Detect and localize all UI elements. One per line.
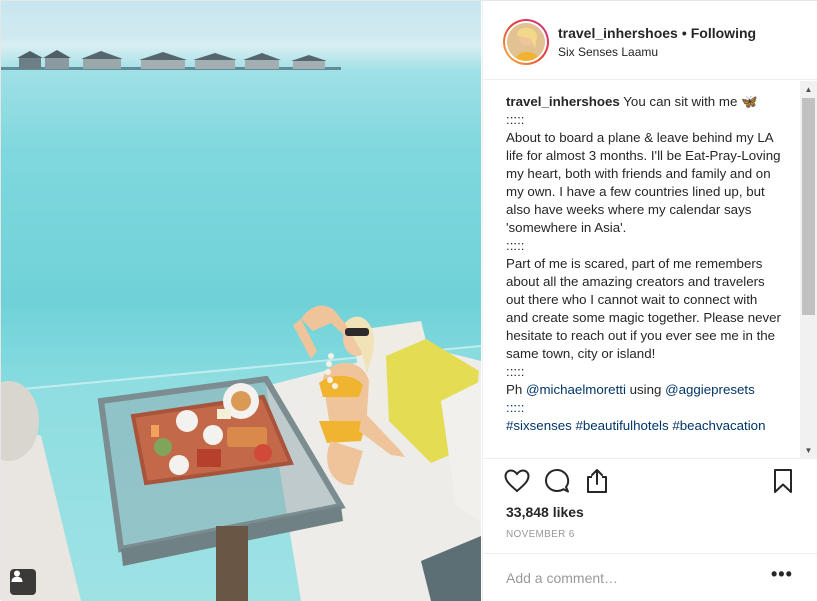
share-button[interactable]: [583, 467, 611, 495]
like-count[interactable]: 33,848 likes: [506, 504, 584, 520]
like-button[interactable]: [503, 467, 531, 495]
avatar[interactable]: [503, 19, 549, 65]
action-bar: [483, 467, 817, 499]
post-date[interactable]: NOVEMBER 6: [506, 529, 575, 540]
caption-body: ::::: About to board a plane & leave beh…: [506, 112, 781, 397]
scroll-up-arrow-icon[interactable]: ▲: [800, 81, 817, 98]
caption-text: travel_inhershoes You can sit with me 🦋 …: [506, 93, 781, 435]
save-button[interactable]: [769, 467, 797, 495]
heart-icon: [504, 469, 530, 493]
butterfly-emoji: 🦋: [741, 94, 758, 109]
username-link[interactable]: travel_inhershoes: [558, 25, 678, 41]
post-photo[interactable]: [1, 1, 481, 601]
caption-mid: using: [625, 382, 666, 397]
location-link[interactable]: Six Senses Laamu: [558, 45, 658, 59]
share-icon: [587, 469, 607, 493]
more-options-button[interactable]: •••: [771, 565, 793, 587]
comment-bubble-icon: [545, 469, 570, 493]
header-title: travel_inhershoes • Following: [558, 25, 756, 41]
bookmark-icon: [774, 469, 792, 493]
overwater-villas: [1, 50, 341, 70]
comment-button[interactable]: [543, 467, 571, 495]
scroll-down-arrow-icon[interactable]: ▼: [800, 442, 817, 458]
caption-lead: You can sit with me: [619, 94, 742, 109]
comment-input[interactable]: [506, 569, 756, 587]
following-button[interactable]: Following: [691, 25, 756, 41]
post-sidebar: travel_inhershoes • Following Six Senses L…: [482, 1, 817, 601]
post-header: travel_inhershoes • Following Six Senses L…: [483, 1, 817, 80]
instagram-post: travel_inhershoes • Following Six Senses L…: [0, 0, 817, 601]
avatar-image: [507, 23, 545, 61]
scroll-thumb[interactable]: [802, 98, 815, 315]
caption-scrollbar[interactable]: ▲ ▼: [800, 81, 817, 458]
hashtags[interactable]: ::::: #sixsenses #beautifulhotels #beach…: [506, 400, 765, 433]
mention-link[interactable]: @aggiepresets: [665, 382, 755, 397]
caption-username[interactable]: travel_inhershoes: [506, 94, 620, 109]
sky: [1, 1, 481, 41]
tagged-people-button[interactable]: [10, 569, 36, 595]
caption-area[interactable]: travel_inhershoes You can sit with me 🦋 …: [483, 81, 817, 459]
header-separator: •: [681, 25, 687, 41]
comment-bar: •••: [483, 553, 817, 601]
mention-link[interactable]: @michaelmoretti: [526, 382, 626, 397]
person-tag-icon: [11, 570, 23, 582]
photo-scene: [1, 1, 481, 601]
